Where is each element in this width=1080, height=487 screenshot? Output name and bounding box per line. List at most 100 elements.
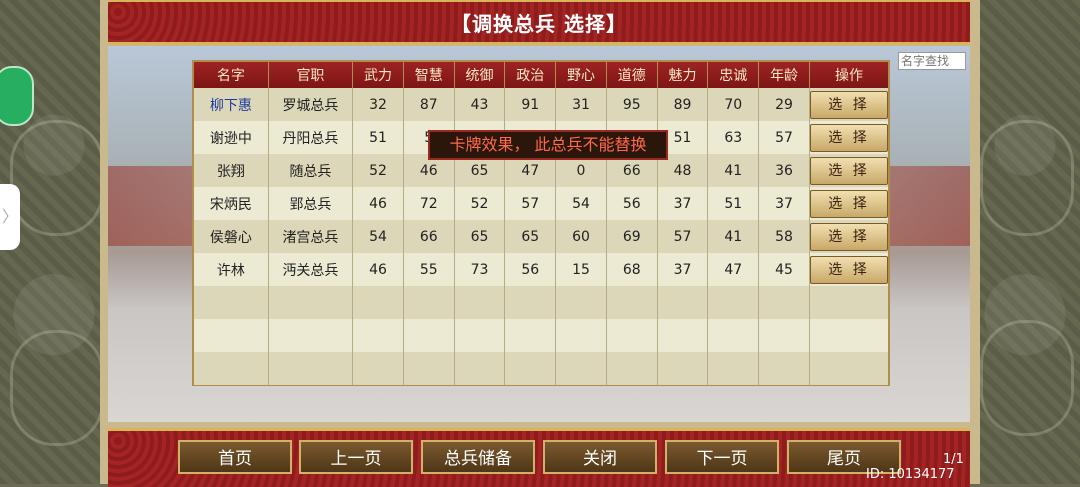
general-table: 名字 官职 武力 智慧 统御 政治 野心 道德 魅力 忠诚 年龄 操作 柳下惠 … [192, 60, 890, 386]
toast-message: 卡牌效果， 此总兵不能替换 [428, 130, 668, 160]
col-header-meili: 魅力 [657, 62, 709, 88]
cell-nianling: 36 [758, 154, 810, 187]
cell-tongyu: 52 [454, 187, 506, 220]
cell-wuli: 46 [352, 253, 404, 286]
cell-wuli: 52 [352, 154, 404, 187]
cell-yexin: 31 [555, 88, 607, 121]
first-page-button[interactable]: 首页 [178, 440, 292, 474]
dragon-ornament-icon [10, 120, 104, 236]
cell-tongyu: 43 [454, 88, 506, 121]
cell-office: 丹阳总兵 [268, 121, 354, 154]
col-header-zhongcheng: 忠诚 [707, 62, 760, 88]
cell-zhongcheng: 47 [707, 253, 760, 286]
next-page-button[interactable]: 下一页 [665, 440, 779, 474]
table-row: 侯磐心 渚宫总兵 54 66 65 65 60 69 57 41 58 选 择 [194, 220, 888, 253]
cell-name[interactable]: 许林 [194, 253, 269, 286]
cell-tongyu: 73 [454, 253, 506, 286]
cell-office: 罗城总兵 [268, 88, 354, 121]
cell-nianling: 37 [758, 187, 810, 220]
right-decor-panel [970, 0, 1080, 484]
cell-zhihui: 55 [403, 253, 455, 286]
col-header-action: 操作 [835, 68, 863, 84]
cell-meili: 37 [657, 253, 709, 286]
cell-meili: 37 [657, 187, 709, 220]
cell-daode: 68 [606, 253, 658, 286]
general-reserve-button[interactable]: 总兵储备 [421, 440, 535, 474]
col-header-nianling: 年龄 [758, 62, 810, 88]
cell-action: 选 择 [810, 220, 888, 253]
select-button[interactable]: 选 择 [810, 222, 888, 251]
side-drawer-tab[interactable]: 〉 [0, 184, 20, 250]
cell-meili: 57 [657, 220, 709, 253]
cell-name[interactable]: 柳下惠 [194, 88, 269, 121]
select-button[interactable]: 选 择 [810, 123, 888, 152]
cell-action: 选 择 [810, 88, 888, 121]
cell-zhengzhi: 57 [504, 187, 557, 220]
cell-yexin: 60 [555, 220, 607, 253]
cell-action: 选 择 [810, 253, 888, 286]
col-header-daode: 道德 [606, 62, 658, 88]
cell-name[interactable]: 谢逊中 [194, 121, 269, 154]
cell-nianling: 57 [758, 121, 810, 154]
close-button[interactable]: 关闭 [543, 440, 657, 474]
table-header-row: 名字 官职 武力 智慧 统御 政治 野心 道德 魅力 忠诚 年龄 操作 [194, 62, 888, 88]
cell-zhihui: 87 [403, 88, 455, 121]
cell-daode: 69 [606, 220, 658, 253]
col-header-zhihui: 智慧 [403, 62, 455, 88]
col-header-name: 名字 [194, 62, 269, 88]
cell-zhengzhi: 56 [504, 253, 557, 286]
cell-nianling: 29 [758, 88, 810, 121]
cell-office: 随总兵 [268, 154, 354, 187]
cell-zhongcheng: 51 [707, 187, 760, 220]
table-row: 柳下惠 罗城总兵 32 87 43 91 31 95 89 70 29 选 择 [194, 88, 888, 121]
dragon-ornament-icon [980, 320, 1074, 436]
cell-wuli: 54 [352, 220, 404, 253]
cell-name[interactable]: 侯磐心 [194, 220, 269, 253]
dragon-ornament-icon [10, 330, 104, 446]
floating-badge-icon[interactable] [0, 66, 34, 126]
title-bar: 【调换总兵 选择】 [108, 0, 970, 45]
cell-wuli: 46 [352, 187, 404, 220]
table-row: 宋炳民 郢总兵 46 72 52 57 54 56 37 51 37 选 择 [194, 187, 888, 220]
cell-action: 选 择 [810, 121, 888, 154]
col-header-tongyu: 统御 [454, 62, 506, 88]
cell-name[interactable]: 张翔 [194, 154, 269, 187]
col-header-wuli: 武力 [352, 62, 404, 88]
empty-row [194, 319, 888, 352]
dragon-ornament-icon [980, 120, 1074, 236]
player-id: ID: 10134177 [866, 467, 955, 482]
name-search-input[interactable] [898, 52, 966, 70]
select-button[interactable]: 选 择 [810, 255, 888, 284]
cell-zhihui: 72 [403, 187, 455, 220]
empty-row [194, 352, 888, 385]
cell-zhihui: 66 [403, 220, 455, 253]
prev-page-button[interactable]: 上一页 [299, 440, 413, 474]
cell-name[interactable]: 宋炳民 [194, 187, 269, 220]
cell-daode: 56 [606, 187, 658, 220]
cell-daode: 95 [606, 88, 658, 121]
table-row: 许林 沔关总兵 46 55 73 56 15 68 37 47 45 选 择 [194, 253, 888, 286]
cell-action: 选 择 [810, 187, 888, 220]
cell-zhongcheng: 41 [707, 220, 760, 253]
cell-zhongcheng: 63 [707, 121, 760, 154]
empty-row [194, 286, 888, 319]
col-header-zhengzhi: 政治 [504, 62, 557, 88]
cell-yexin: 54 [555, 187, 607, 220]
cell-office: 郢总兵 [268, 187, 354, 220]
page-title: 【调换总兵 选择】 [451, 11, 627, 36]
page-indicator: 1/1 [943, 452, 964, 467]
cell-yexin: 15 [555, 253, 607, 286]
cell-action: 选 择 [810, 154, 888, 187]
col-header-office: 官职 [268, 62, 354, 88]
cell-zhongcheng: 41 [707, 154, 760, 187]
cell-office: 沔关总兵 [268, 253, 354, 286]
cell-meili: 89 [657, 88, 709, 121]
col-header-yexin: 野心 [555, 62, 607, 88]
cell-tongyu: 65 [454, 220, 506, 253]
cell-nianling: 58 [758, 220, 810, 253]
select-button[interactable]: 选 择 [810, 189, 888, 218]
select-button[interactable]: 选 择 [810, 156, 888, 185]
cell-wuli: 32 [352, 88, 404, 121]
cell-zhongcheng: 70 [707, 88, 760, 121]
select-button[interactable]: 选 择 [810, 90, 888, 119]
